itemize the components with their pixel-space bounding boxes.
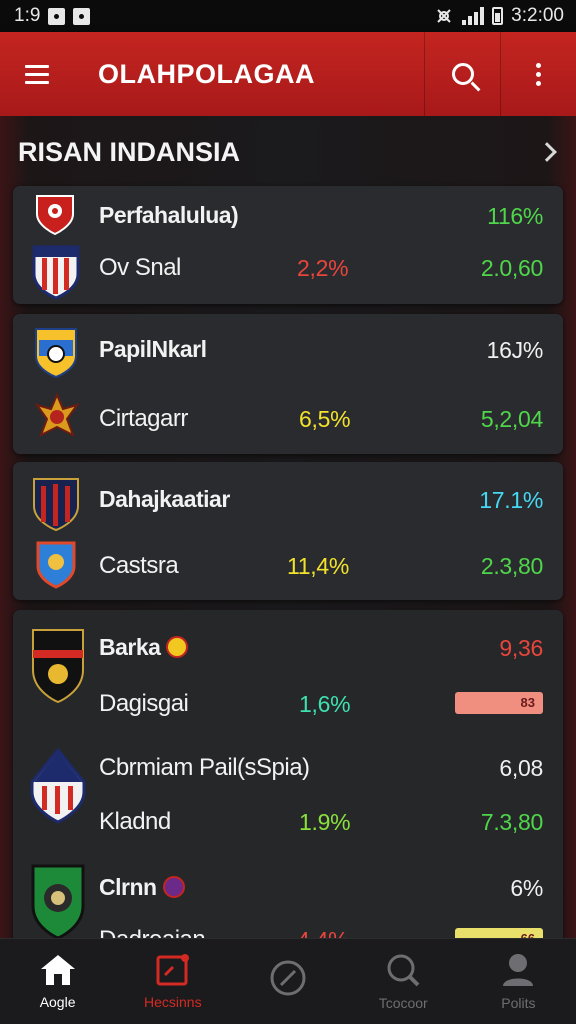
row-percentage: 2,2%	[297, 255, 349, 281]
search-icon	[387, 954, 420, 987]
row-value: 2.0,60	[480, 255, 543, 281]
nav-news[interactable]: Hecsinns	[115, 939, 230, 1024]
team-crest-icon	[36, 541, 76, 589]
mute-icon	[437, 9, 451, 23]
menu-button[interactable]	[0, 32, 74, 116]
row-value: 6%	[510, 875, 543, 901]
home-icon	[40, 955, 75, 985]
list-item[interactable]: Castsra 11,4% 2.3,80	[13, 538, 563, 598]
match-card[interactable]: Dahajkaatiar 17.1% Castsra 11,4% 2.3,80	[13, 462, 563, 600]
team-name: Dagisgai	[99, 690, 189, 717]
row-percentage: 1.9%	[299, 809, 351, 835]
row-value: 5,2,04	[480, 406, 543, 432]
match-card[interactable]: Barka 9,36 Dagisgai 1,6% 83 Cbrmiam Pail…	[13, 610, 563, 938]
list-item[interactable]: Dagisgai 1,6% 83	[13, 676, 563, 736]
bottom-navigation: Aogle Hecsinns Tcocoor Polits	[0, 938, 576, 1024]
team-crest-icon	[33, 478, 79, 532]
nav-label: Aogle	[39, 994, 76, 1010]
value-pill: 66	[455, 928, 543, 938]
team-crest-icon	[35, 328, 77, 379]
team-name: Castsra	[99, 552, 179, 579]
match-card[interactable]: Perfahalulua) 116% Ov Snal 2,2% 2.0,60	[13, 186, 563, 304]
more-options-button[interactable]	[500, 32, 576, 116]
status-time: 1:9	[14, 5, 41, 26]
badge-icon	[166, 635, 189, 658]
team-crest-icon	[34, 392, 80, 438]
team-name: Kladnd	[99, 808, 171, 835]
team-name: Cbrmiam Pail(sSpia)	[99, 754, 310, 781]
notification-icon	[73, 7, 91, 25]
section-title: RISAN INDANSIA	[18, 136, 241, 167]
nav-profile[interactable]: Polits	[461, 939, 576, 1024]
team-name: Perfahalulua)	[99, 202, 239, 228]
list-item[interactable]: Cbrmiam Pail(sSpia) 6,08	[13, 740, 563, 824]
app-title: OLAHPOLAGAA	[98, 58, 315, 89]
content-area: RISAN INDANSIA Perfahalulua) 116% Ov Sna…	[0, 116, 576, 938]
list-item[interactable]: Barka 9,36	[13, 620, 563, 704]
chevron-right-icon[interactable]	[537, 142, 557, 162]
team-name: Dadreajan	[99, 926, 206, 938]
row-value: 17.1%	[479, 487, 543, 513]
row-percentage: 1,6%	[299, 691, 351, 717]
value-pill: 83	[455, 692, 543, 714]
signal-icon	[462, 7, 485, 25]
team-name: Clrnn	[99, 874, 185, 901]
status-clock: 3:2:00	[511, 5, 564, 26]
nav-label: Tcocoor	[378, 995, 428, 1011]
list-item[interactable]: Dahajkaatiar 17.1%	[13, 472, 563, 532]
nav-label: Polits	[501, 995, 536, 1011]
row-value: 9,36	[499, 635, 543, 661]
search-icon	[451, 63, 474, 85]
row-percentage: 6,5%	[299, 406, 351, 432]
nav-label: Hecsinns	[144, 994, 202, 1010]
row-value: 7.3,80	[480, 809, 543, 835]
battery-icon	[492, 7, 504, 25]
row-value: 116%	[487, 203, 543, 229]
row-percentage: 11,4%	[287, 553, 350, 579]
badge-icon	[162, 875, 185, 898]
team-name: Cirtagarr	[99, 405, 188, 432]
row-value: 2.3,80	[480, 553, 543, 579]
list-item[interactable]: Dadreajan 4.4% 66	[13, 912, 563, 938]
list-item[interactable]: Cirtagarr 6,5% 5,2,04	[13, 391, 563, 451]
list-item[interactable]: Kladnd 1.9% 7.3,80	[13, 794, 563, 854]
team-crest-icon	[36, 195, 74, 236]
kebab-icon	[536, 62, 541, 86]
list-item[interactable]: Clrnn 6%	[13, 860, 563, 938]
list-item[interactable]: Ov Snal 2,2% 2.0,60	[13, 240, 563, 300]
row-value: 16J%	[486, 337, 544, 363]
news-icon	[156, 954, 189, 986]
nav-home[interactable]: Aogle	[0, 939, 115, 1024]
notification-icon	[48, 7, 66, 25]
match-card[interactable]: PapilNkarl 16J% Cirtagarr 6,5% 5,2,04	[13, 314, 563, 454]
nav-explore[interactable]	[230, 939, 345, 1024]
list-item[interactable]: Perfahalulua) 116%	[13, 188, 563, 248]
list-item[interactable]: PapilNkarl 16J%	[13, 322, 563, 382]
profile-icon	[503, 954, 534, 986]
compass-icon	[270, 960, 306, 996]
row-percentage: 4.4%	[297, 927, 349, 938]
team-name: PapilNkarl	[99, 336, 207, 362]
team-name: Dahajkaatiar	[99, 486, 230, 512]
nav-search[interactable]: Tcocoor	[346, 939, 461, 1024]
team-name: Ov Snal	[99, 254, 181, 281]
section-header[interactable]: RISAN INDANSIA	[0, 116, 576, 188]
status-bar: 1:9 3:2:00	[0, 0, 576, 32]
team-crest-icon	[32, 245, 80, 300]
app-bar: OLAHPOLAGAA	[0, 32, 576, 116]
row-value: 6,08	[499, 755, 543, 781]
search-button[interactable]	[424, 32, 500, 116]
team-name: Barka	[99, 634, 189, 661]
